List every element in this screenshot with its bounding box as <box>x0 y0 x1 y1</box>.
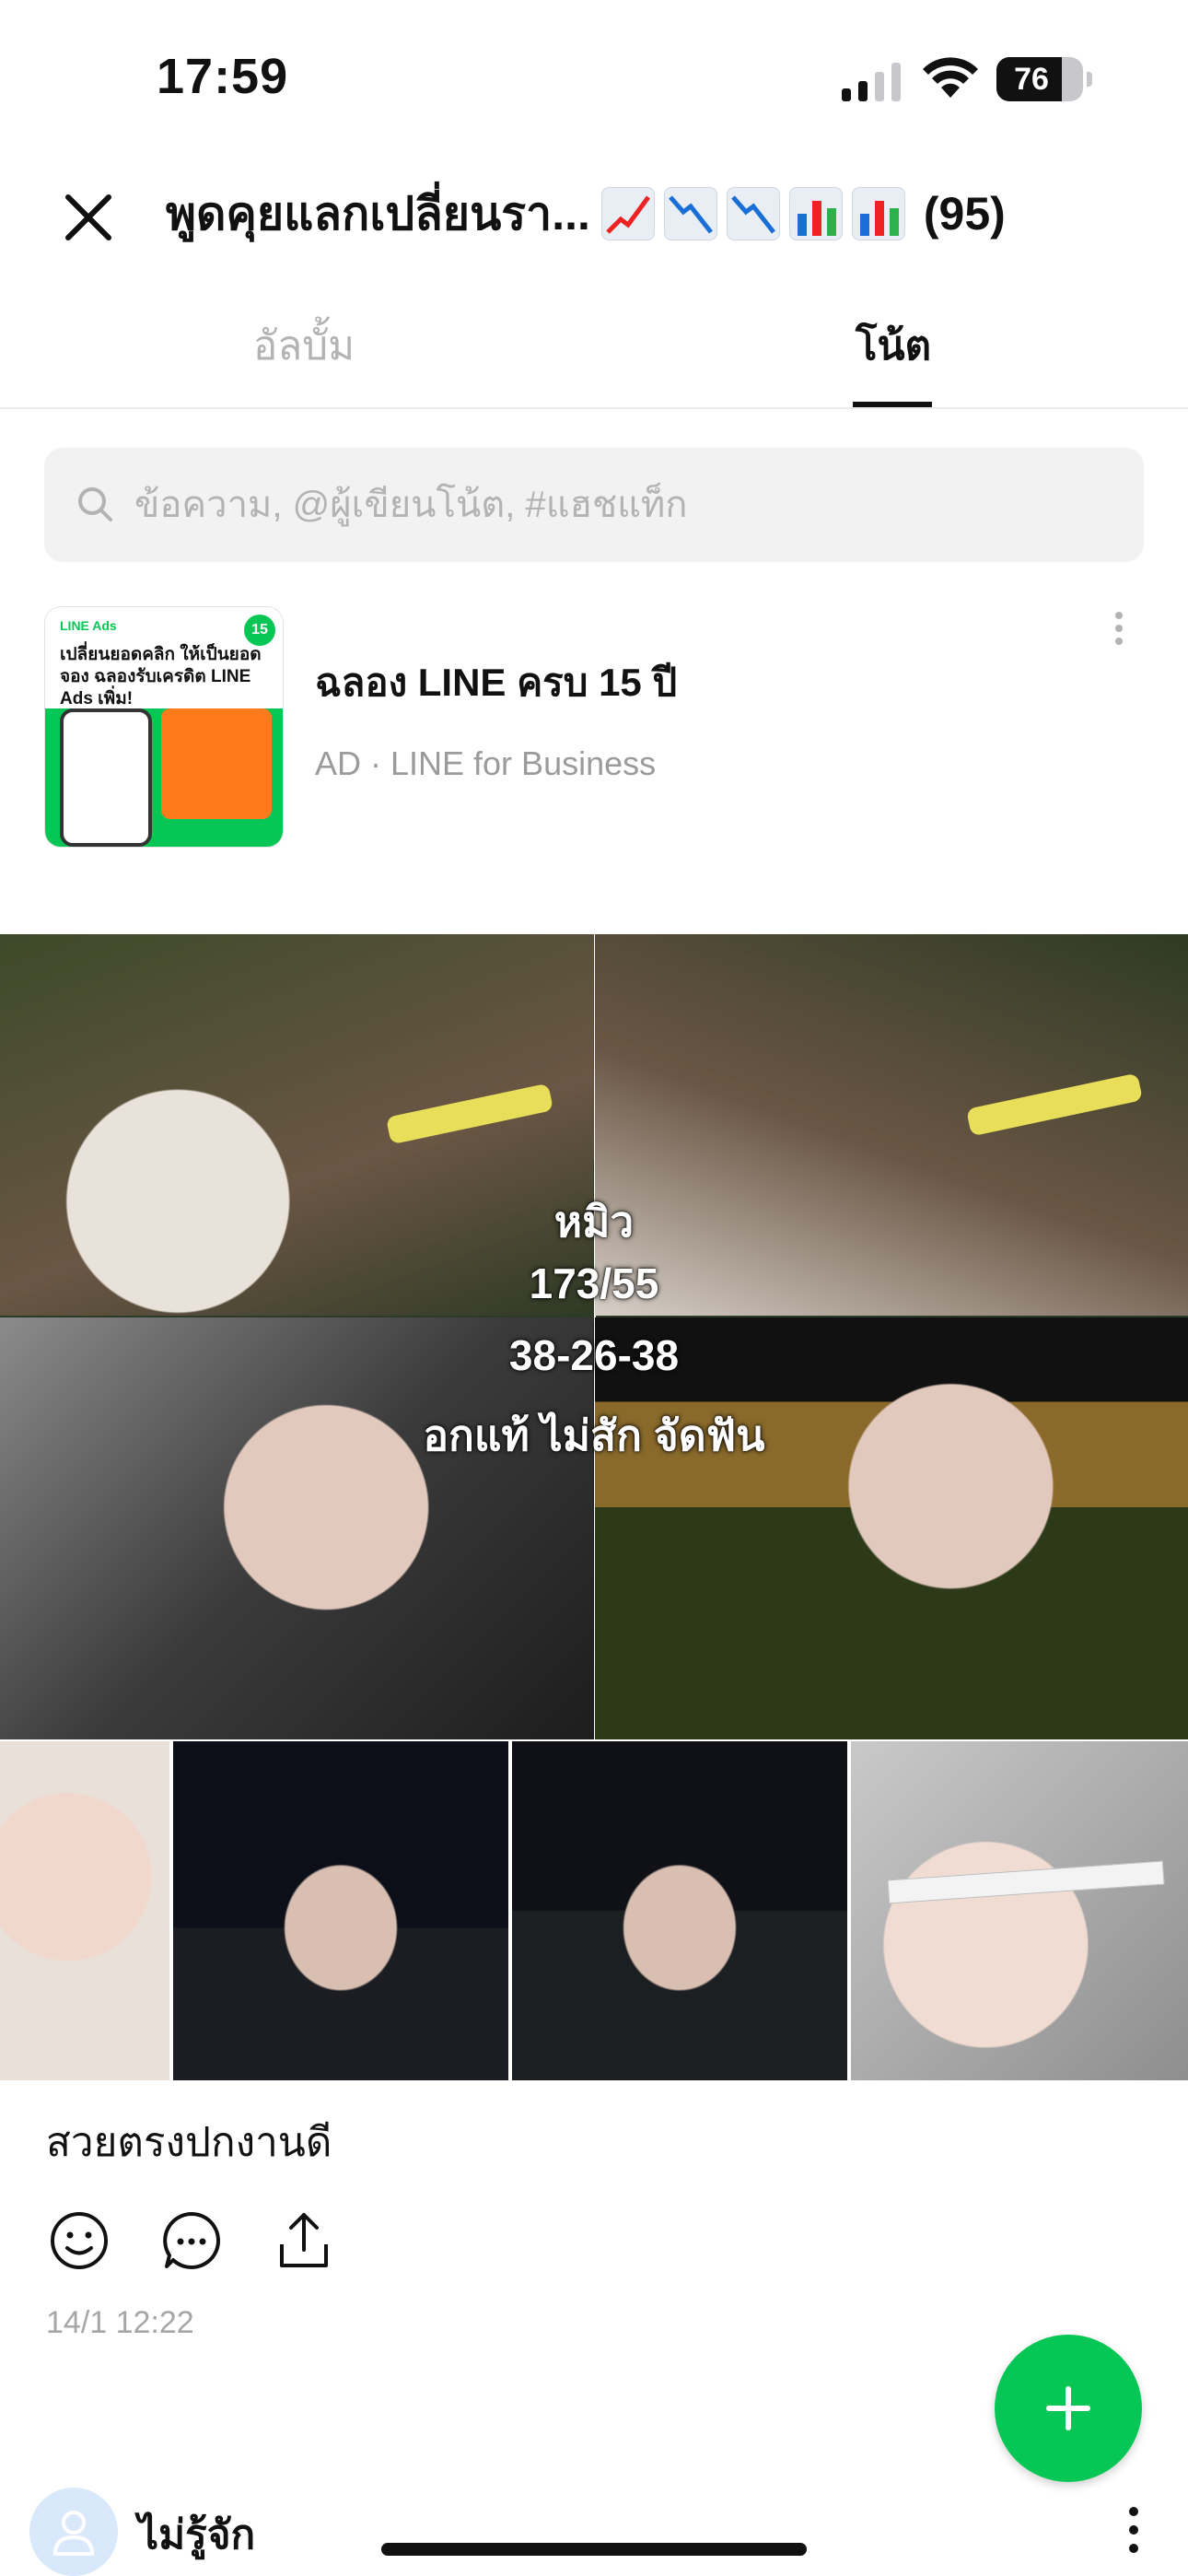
post-timestamp: 14/1 12:22 <box>46 2305 194 2340</box>
status-time: 17:59 <box>157 49 289 104</box>
ad-thumbnail-card <box>161 708 272 819</box>
smile-icon[interactable] <box>46 2207 112 2274</box>
post-photo-thumb[interactable] <box>512 1741 847 2080</box>
share-icon[interactable] <box>271 2207 337 2274</box>
battery-indicator: 76 <box>996 57 1092 101</box>
chart-down-icon <box>726 187 780 240</box>
photo-quadrant <box>595 1317 1188 1739</box>
photo-caption-line: หมิว <box>553 1198 635 1246</box>
ad-thumbnail-headline: เปลี่ยนยอดคลิก ให้เป็นยอดจอง ฉลองรับเครด… <box>60 645 262 708</box>
ad-thumbnail-phone <box>60 708 152 847</box>
post-photo-thumb[interactable] <box>0 1741 169 2080</box>
post-photo-thumb[interactable] <box>173 1741 508 2080</box>
user-icon <box>53 2511 94 2556</box>
post-photo-main[interactable]: หมิว 173/55 38-26-38 อกแท้ ไม่สัก จัดฟัน <box>0 934 1188 1739</box>
post-text: สวยตรงปกงานดี <box>46 2120 332 2165</box>
chat-header: พูดคุยแลกเปลี่ยนรา... (95) <box>0 157 1188 267</box>
ad-thumbnail[interactable]: LINE Ads เปลี่ยนยอดคลิก ให้เป็นยอดจอง ฉล… <box>44 606 284 848</box>
battery-percent: 76 <box>1014 62 1049 97</box>
plus-icon <box>1066 2386 1071 2430</box>
chat-title: พูดคุยแลกเปลี่ยนรา... <box>166 187 590 240</box>
chat-title-group[interactable]: พูดคุยแลกเปลี่ยนรา... (95) <box>166 175 1006 252</box>
active-tab-indicator <box>853 402 932 407</box>
search-input[interactable] <box>133 448 1109 562</box>
ad-thumbnail-badge: 15 <box>244 615 275 646</box>
ad-title[interactable]: ฉลอง LINE ครบ 15 ปี <box>315 652 677 713</box>
tab-bar: อัลบั้ม โน้ต <box>0 295 1188 409</box>
wifi-icon <box>923 57 978 98</box>
comment-icon[interactable] <box>158 2207 225 2274</box>
close-icon[interactable] <box>55 184 122 251</box>
more-options-icon[interactable] <box>1105 606 1133 662</box>
post-photo-collage[interactable]: หมิว 173/55 38-26-38 อกแท้ ไม่สัก จัดฟัน <box>0 934 1188 2080</box>
ad-thumbnail-brand: LINE Ads <box>60 618 117 633</box>
title-emojis <box>600 187 905 240</box>
photo-caption-line: อกแท้ ไม่สัก จัดฟัน <box>423 1411 765 1459</box>
post-photo-thumb[interactable] <box>851 1741 1188 2080</box>
post-actions <box>46 2207 414 2274</box>
ad-card[interactable]: LINE Ads เปลี่ยนยอดคลิก ให้เป็นยอดจอง ฉล… <box>44 606 1144 848</box>
photo-quadrant <box>0 1317 593 1739</box>
tab-note[interactable]: โน้ต <box>774 313 1013 378</box>
search-icon <box>78 487 112 521</box>
post-author-name[interactable]: ไม่รู้จัก <box>138 2502 255 2567</box>
chart-up-icon <box>600 187 655 240</box>
bar-chart-icon <box>851 187 905 240</box>
home-indicator <box>381 2543 807 2556</box>
photo-caption-line: 173/55 <box>529 1259 659 1307</box>
photo-caption-line: 38-26-38 <box>508 1331 680 1379</box>
bar-chart-icon <box>788 187 843 240</box>
cellular-signal-icon <box>842 63 901 101</box>
more-options-icon[interactable] <box>1120 2499 1147 2565</box>
tab-album[interactable]: อัลบั้ม <box>184 313 424 378</box>
ad-subtitle: AD · LINE for Business <box>315 744 657 782</box>
post-photo-row <box>0 1741 1188 2080</box>
battery-cap <box>1087 72 1092 87</box>
status-bar: 17:59 76 <box>0 0 1188 157</box>
avatar[interactable] <box>29 2488 118 2576</box>
search-bar[interactable] <box>44 448 1144 562</box>
chart-down-icon <box>663 187 717 240</box>
member-count: (95) <box>923 188 1006 240</box>
add-note-button[interactable] <box>995 2335 1142 2482</box>
photo-detail <box>887 1860 1165 1904</box>
